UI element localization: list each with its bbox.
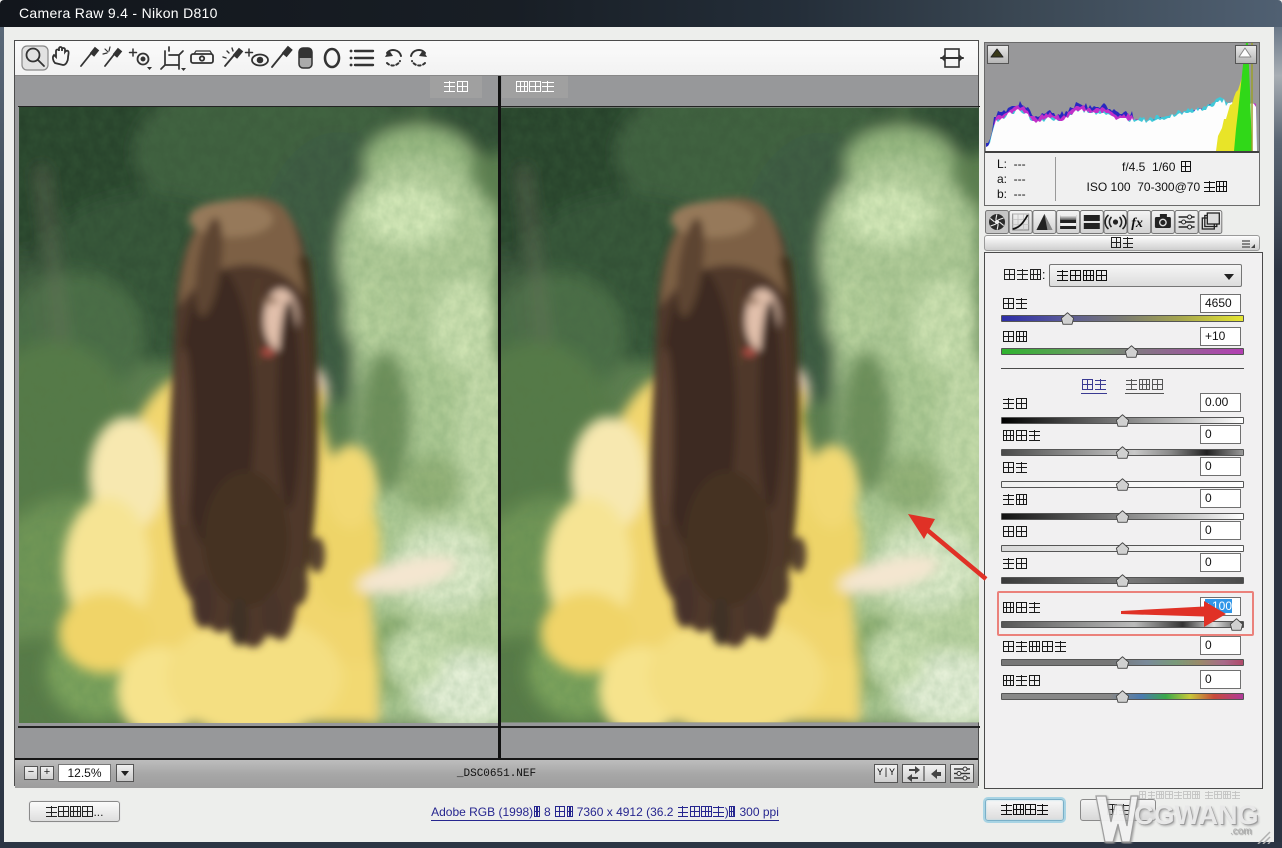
svg-text:fx: fx (1131, 216, 1143, 231)
